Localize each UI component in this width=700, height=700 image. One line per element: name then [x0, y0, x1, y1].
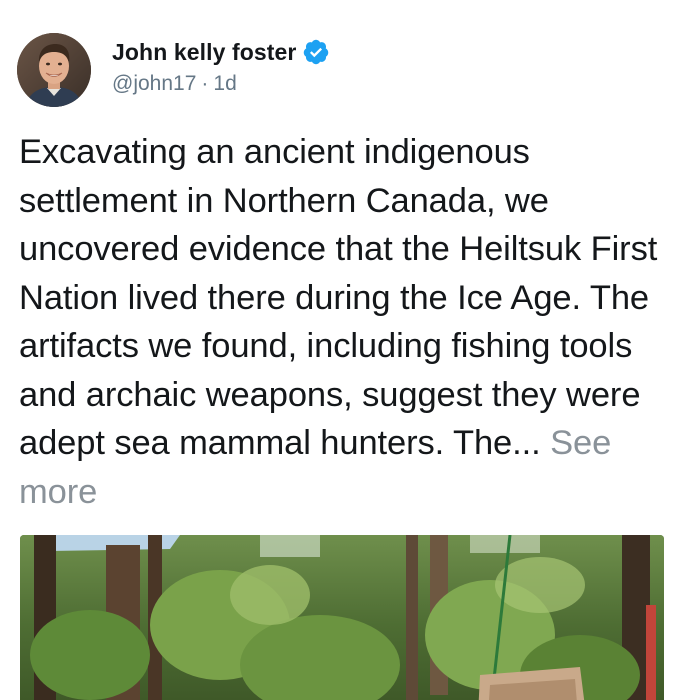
tweet-header: John kelly foster @john17 · 1d — [17, 33, 330, 107]
display-name[interactable]: John kelly foster — [112, 39, 296, 66]
forest-excavation-photo-icon — [20, 535, 664, 700]
tweet-text-content: Excavating an ancient indigenous settlem… — [19, 133, 658, 462]
avatar-photo-icon — [17, 33, 91, 107]
verified-badge-icon — [302, 38, 330, 66]
timestamp[interactable]: 1d — [213, 72, 236, 96]
name-row: John kelly foster — [112, 37, 330, 67]
meta-row: @john17 · 1d — [112, 71, 330, 97]
handle[interactable]: @john17 — [112, 72, 196, 96]
tweet-card[interactable]: John kelly foster @john17 · 1d Excavatin… — [0, 0, 700, 700]
meta-separator: · — [201, 72, 209, 95]
tweet-media[interactable] — [20, 535, 664, 700]
tweet-text: Excavating an ancient indigenous settlem… — [19, 128, 689, 516]
avatar[interactable] — [17, 33, 91, 107]
user-info: John kelly foster @john17 · 1d — [112, 37, 330, 97]
